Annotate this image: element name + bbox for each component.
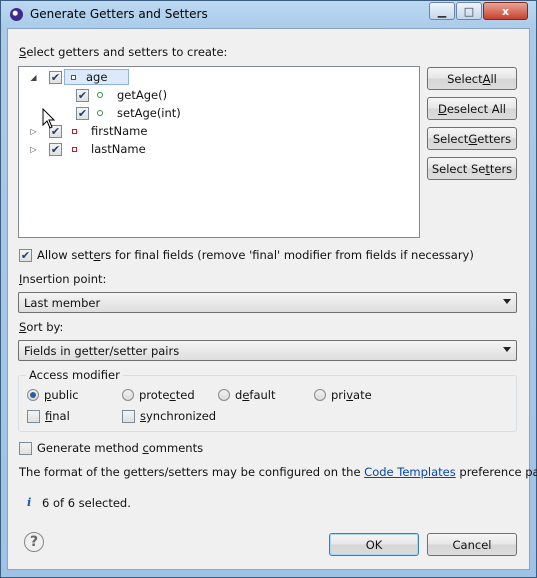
protected-label: protected: [139, 388, 195, 402]
checkbox-setage[interactable]: ✔: [76, 106, 89, 120]
collapsed-arrow-icon[interactable]: ▷: [29, 145, 38, 154]
default-label: default: [235, 388, 276, 402]
expanded-arrow-icon[interactable]: ◢: [29, 73, 38, 82]
select-setters-button[interactable]: Select Se t ters: [427, 157, 517, 180]
chevron-down-icon: [503, 299, 511, 304]
access-modifier-label: Access modifier: [26, 368, 123, 382]
info-icon: i: [27, 495, 32, 509]
templates-info-text: The format of the getters/setters may be…: [19, 465, 537, 479]
access-protected-option[interactable]: protected: [122, 388, 195, 402]
title-bar[interactable]: Generate Getters and Setters ▁ □ x: [1, 1, 537, 28]
window-title: Generate Getters and Setters: [30, 7, 208, 21]
checkbox-getage[interactable]: ✔: [76, 88, 89, 102]
insertion-point-label: Insertion point:: [19, 272, 107, 286]
public-radio[interactable]: [27, 389, 39, 401]
sort-by-label: Sort by:: [19, 320, 64, 334]
tree-label: getAge(): [117, 88, 168, 102]
tree-row-lastname[interactable]: ▷ ✔ lastName: [29, 141, 146, 157]
ok-button[interactable]: OK: [329, 533, 419, 556]
private-label: private: [331, 388, 372, 402]
tree-label: setAge(int): [117, 106, 181, 120]
sort-by-value: Fields in getter/setter pairs: [24, 343, 180, 358]
generate-comments-checkbox[interactable]: [19, 441, 32, 455]
insertion-point-select[interactable]: Last member: [18, 292, 517, 313]
checkbox-age[interactable]: ✔: [49, 70, 62, 84]
minimize-button[interactable]: ▁: [429, 2, 455, 20]
field-icon: [72, 146, 77, 152]
insertion-point-value: Last member: [24, 295, 101, 310]
tree-row-setage[interactable]: ✔ setAge(int): [76, 105, 181, 121]
code-templates-link[interactable]: Code Templates: [364, 465, 456, 479]
final-label: final: [45, 409, 70, 423]
allow-final-checkbox[interactable]: ✔: [19, 248, 32, 262]
eclipse-icon: [10, 8, 23, 21]
protected-radio[interactable]: [122, 389, 134, 401]
close-button[interactable]: x: [483, 2, 528, 20]
tree-label: firstName: [91, 124, 148, 138]
maximize-button[interactable]: □: [456, 2, 482, 20]
method-icon: [97, 110, 103, 116]
allow-final-label: Allow setters for final fields (remove '…: [37, 248, 474, 262]
synchronized-label: synchronized: [140, 409, 217, 423]
public-label: public: [44, 388, 79, 402]
method-icon: [97, 92, 103, 98]
chevron-down-icon: [503, 347, 511, 352]
mouse-cursor-icon: [42, 108, 56, 129]
tree-label: lastName: [91, 142, 146, 156]
select-prompt-label: Select getters and setters to create:: [19, 45, 228, 59]
tree-selection: age: [64, 69, 130, 85]
selection-status: 6 of 6 selected.: [42, 496, 131, 510]
tree-row-getage[interactable]: ✔ getAge(): [76, 87, 167, 103]
field-icon: [71, 74, 76, 80]
generate-comments-label: Generate method comments: [37, 441, 204, 455]
generate-comments-option[interactable]: Generate method comments: [19, 441, 203, 455]
select-all-button[interactable]: Select All: [427, 67, 517, 90]
allow-final-setters-option[interactable]: ✔ Allow setters for final fields (remove…: [19, 248, 474, 262]
final-checkbox[interactable]: [27, 409, 40, 423]
tree-row-age[interactable]: ◢ ✔ age: [29, 69, 130, 85]
field-icon: [72, 128, 77, 134]
fields-tree[interactable]: ◢ ✔ age ✔ getAge() ✔ setAge(int) ▷ ✔ fir…: [18, 66, 420, 238]
final-option[interactable]: final: [27, 409, 70, 423]
access-public-option[interactable]: public: [27, 388, 79, 402]
default-radio[interactable]: [218, 389, 230, 401]
select-getters-button[interactable]: Select Getters: [427, 127, 517, 150]
sort-by-select[interactable]: Fields in getter/setter pairs: [18, 340, 517, 361]
tree-label: age: [86, 70, 108, 84]
deselect-all-button[interactable]: Deselect All: [427, 97, 517, 120]
access-modifier-group: [18, 375, 517, 432]
help-icon[interactable]: ?: [24, 532, 44, 552]
checkbox-lastname[interactable]: ✔: [49, 142, 62, 156]
synchronized-checkbox[interactable]: [122, 409, 135, 423]
synchronized-option[interactable]: synchronized: [122, 409, 216, 423]
private-radio[interactable]: [314, 389, 326, 401]
access-private-option[interactable]: private: [314, 388, 372, 402]
access-default-option[interactable]: default: [218, 388, 275, 402]
collapsed-arrow-icon[interactable]: ▷: [29, 127, 38, 136]
cancel-button[interactable]: Cancel: [427, 533, 517, 556]
